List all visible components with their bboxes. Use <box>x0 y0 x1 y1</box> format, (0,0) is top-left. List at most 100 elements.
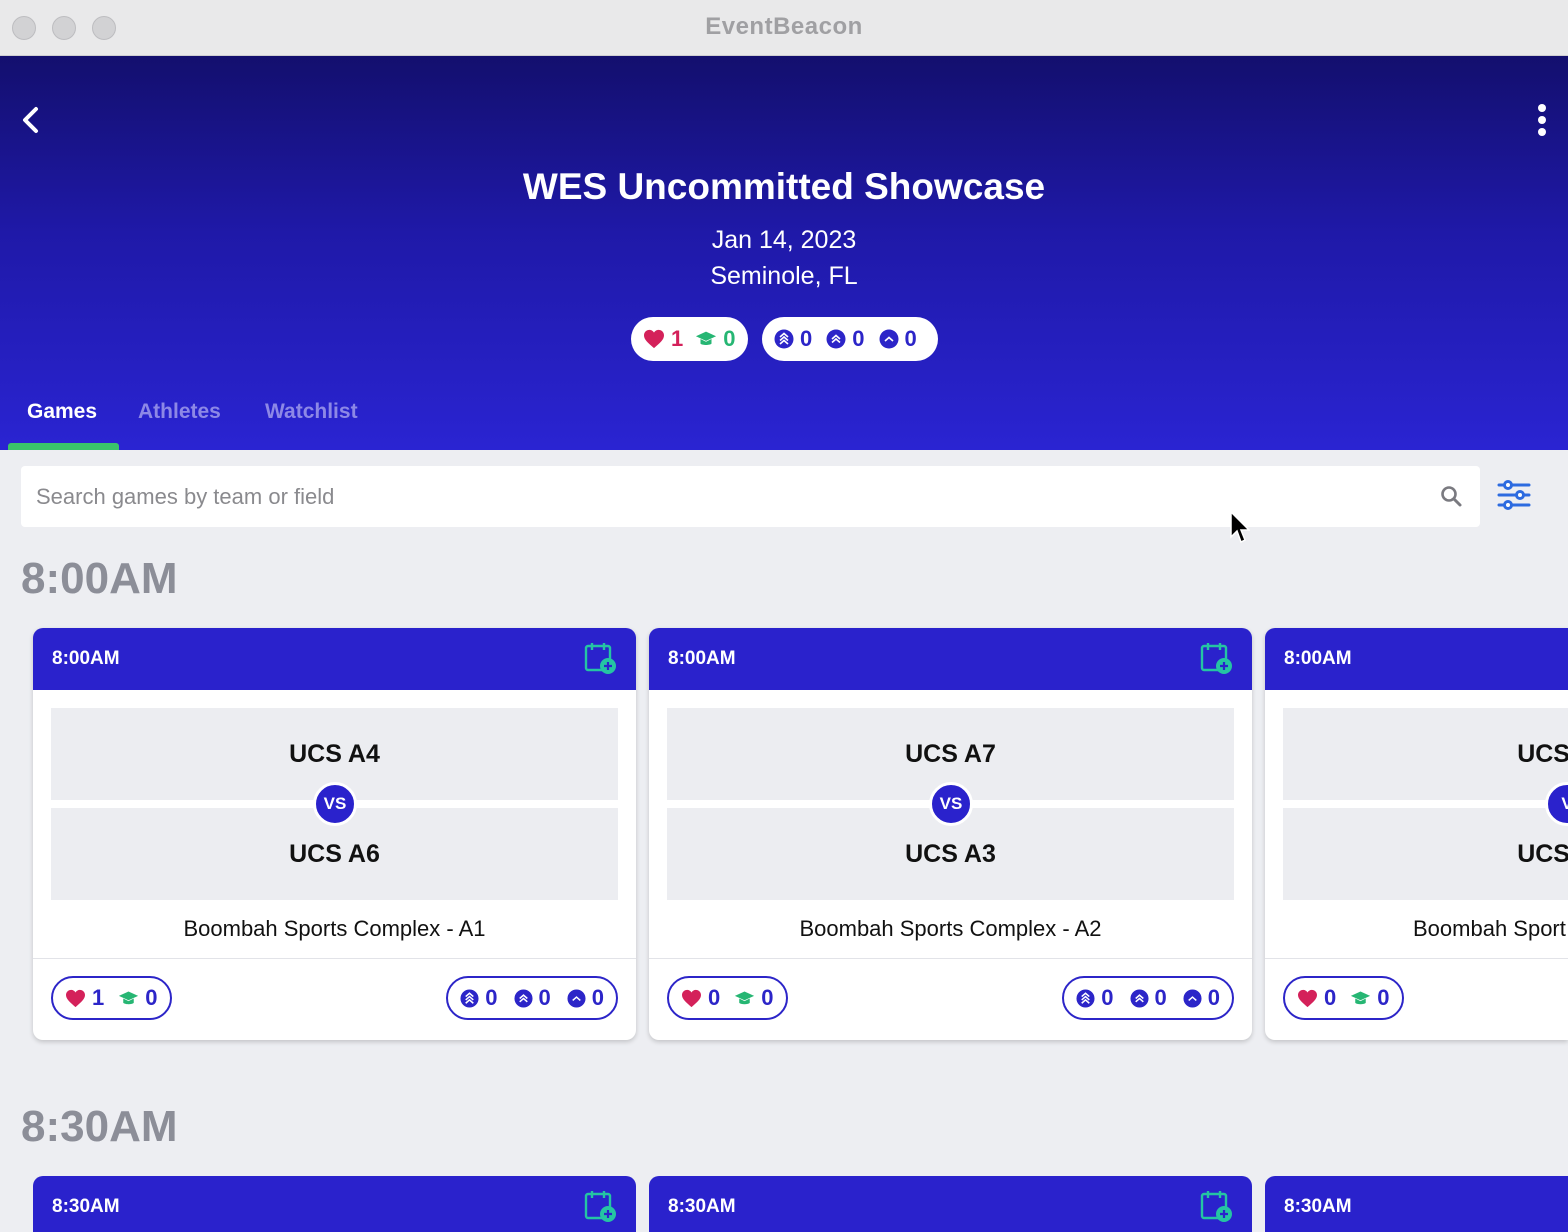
level-mid-icon <box>1129 988 1149 1008</box>
event-favorites-count: 1 <box>671 326 684 351</box>
level-high-icon <box>1076 988 1095 1008</box>
graduation-cap-icon <box>1351 991 1371 1004</box>
game-time: 8:30AM <box>1284 1196 1352 1217</box>
game-card[interactable]: 8:30AM <box>33 1176 636 1232</box>
level-high-icon <box>774 329 794 349</box>
heart-icon <box>643 329 665 349</box>
graduation-cap-icon <box>695 330 717 348</box>
search-bar <box>21 466 1480 527</box>
game-level-low-count: 0 <box>1207 985 1220 1010</box>
event-location: Seminole, FL <box>710 262 858 290</box>
team-a-name: UCS A7 <box>905 740 996 768</box>
game-time: 8:30AM <box>668 1196 736 1217</box>
card-divider <box>33 958 636 959</box>
event-level-mid-count: 0 <box>852 326 865 351</box>
event-levels-pill[interactable]: 0 0 0 <box>762 317 938 361</box>
game-levels-pill[interactable]: 0 0 0 <box>1062 976 1234 1020</box>
level-low-icon <box>879 329 899 349</box>
event-header: WES Uncommitted Showcase Jan 14, 2023 Se… <box>0 56 1568 450</box>
game-card[interactable]: 8:30AM <box>1265 1176 1568 1232</box>
team-a-name: UCS A4 <box>289 740 380 768</box>
heart-icon <box>1298 989 1317 1007</box>
graduation-cap-icon <box>735 991 755 1004</box>
graduation-cap-icon <box>119 991 139 1004</box>
team-b-name: UCS <box>1517 840 1568 868</box>
more-options-button[interactable] <box>1530 102 1554 138</box>
game-time: 8:00AM <box>1284 648 1352 669</box>
event-commits-count: 0 <box>723 326 736 351</box>
level-mid-icon <box>826 329 846 349</box>
add-to-calendar-button[interactable] <box>584 641 618 675</box>
window-title: EventBeacon <box>705 13 863 40</box>
game-interest-pill[interactable]: 0 0 <box>667 976 788 1020</box>
calendar-add-icon <box>1200 1191 1232 1222</box>
game-commits-count: 0 <box>1377 985 1390 1010</box>
game-favorites-count: 1 <box>92 985 105 1010</box>
mouse-cursor-icon <box>1230 511 1250 544</box>
game-card[interactable]: 8:00AM UCS UCS V Boombah Sport 0 0 <box>1265 628 1568 1040</box>
team-b-box: UCS <box>1283 808 1568 900</box>
event-level-low-count: 0 <box>904 326 917 351</box>
team-b-name: UCS A6 <box>289 840 380 868</box>
vs-badge: VS <box>929 782 973 826</box>
event-level-high-count: 0 <box>800 326 813 351</box>
calendar-add-icon <box>1200 643 1232 674</box>
game-card-header: 8:00AM <box>649 628 1252 690</box>
game-time: 8:00AM <box>668 648 736 669</box>
event-title: WES Uncommitted Showcase <box>522 166 1046 207</box>
section-time-heading: 8:00AM <box>21 554 178 603</box>
game-venue: Boombah Sports Complex - A1 <box>183 916 486 941</box>
window-titlebar: EventBeacon <box>0 0 1568 56</box>
game-time: 8:30AM <box>52 1196 120 1217</box>
add-to-calendar-button[interactable] <box>1200 1189 1234 1223</box>
level-low-icon <box>1183 988 1202 1008</box>
level-low-icon <box>567 988 586 1008</box>
game-venue: Boombah Sport <box>1413 916 1566 941</box>
event-date: Jan 14, 2023 <box>711 226 857 254</box>
filter-button[interactable] <box>1496 478 1532 512</box>
game-levels-pill[interactable]: 0 0 0 <box>446 976 618 1020</box>
tab-watchlist[interactable]: Watchlist <box>265 400 358 424</box>
tab-athletes[interactable]: Athletes <box>138 400 221 424</box>
add-to-calendar-button[interactable] <box>584 1189 618 1223</box>
game-card-header: 8:00AM <box>1265 628 1568 690</box>
game-interest-pill[interactable]: 0 0 <box>1283 976 1404 1020</box>
section-time-heading: 8:30AM <box>21 1102 178 1151</box>
team-b-name: UCS A3 <box>905 840 996 868</box>
game-level-mid-count: 0 <box>1154 985 1167 1010</box>
calendar-add-icon <box>584 1191 616 1222</box>
game-level-high-count: 0 <box>485 985 498 1010</box>
game-card-header: 8:00AM <box>33 628 636 690</box>
game-commits-count: 0 <box>145 985 158 1010</box>
more-vertical-icon <box>1530 104 1554 136</box>
level-high-icon <box>460 988 479 1008</box>
search-icon[interactable] <box>1439 484 1463 508</box>
vs-badge: VS <box>313 782 357 826</box>
team-a-box: UCS <box>1283 708 1568 800</box>
game-card[interactable]: 8:00AM UCS A7 UCS A3 VS Boombah Sports C… <box>649 628 1252 1040</box>
heart-icon <box>66 989 85 1007</box>
level-mid-icon <box>513 988 533 1008</box>
event-interest-pill[interactable]: 1 0 <box>631 317 748 361</box>
back-button[interactable] <box>14 102 50 138</box>
add-to-calendar-button[interactable] <box>1200 641 1234 675</box>
team-a-name: UCS <box>1517 740 1568 768</box>
game-level-low-count: 0 <box>591 985 604 1010</box>
game-favorites-count: 0 <box>1324 985 1337 1010</box>
card-divider <box>1265 958 1568 959</box>
game-favorites-count: 0 <box>708 985 721 1010</box>
active-tab-indicator <box>8 443 119 450</box>
game-interest-pill[interactable]: 1 0 <box>51 976 172 1020</box>
back-chevron-icon <box>23 107 38 133</box>
game-venue: Boombah Sports Complex - A2 <box>799 916 1102 941</box>
card-divider <box>649 958 1252 959</box>
game-level-high-count: 0 <box>1101 985 1114 1010</box>
game-card[interactable]: 8:00AM UCS A4 UCS A6 VS Boombah Sports C… <box>33 628 636 1040</box>
search-input[interactable] <box>21 466 1421 527</box>
tab-games[interactable]: Games <box>27 400 97 424</box>
filter-sliders-icon <box>1497 480 1531 510</box>
game-card[interactable]: 8:30AM <box>649 1176 1252 1232</box>
game-level-mid-count: 0 <box>538 985 551 1010</box>
game-commits-count: 0 <box>761 985 774 1010</box>
calendar-add-icon <box>584 643 616 674</box>
